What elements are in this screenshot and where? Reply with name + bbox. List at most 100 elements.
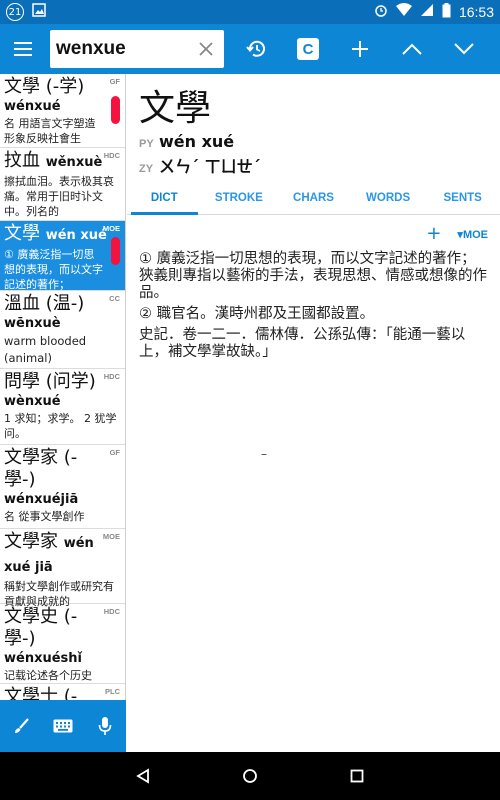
conversion-c-label: C — [297, 38, 319, 60]
system-navigation-bar — [0, 752, 500, 800]
clock-time: 16:53 — [458, 4, 494, 20]
tab-sents[interactable]: SENTS — [425, 185, 500, 214]
entry-pinyin: wénxuéjiā — [4, 492, 79, 507]
detail-tabs: DICT STROKE CHARS WORDS SENTS — [127, 185, 500, 215]
list-item[interactable]: HDC 文學史 (-學-) wénxuéshǐ 记载论述各个历史 — [0, 604, 125, 684]
add-to-list-button[interactable]: + — [426, 225, 441, 243]
source-tag: GF — [109, 448, 120, 457]
list-item[interactable]: GF 文學家 (-學-) wénxuéjiā 名 從事文學創作 — [0, 445, 125, 529]
scroll-marker — [111, 237, 120, 265]
entry-headword: 文學家 — [4, 531, 58, 552]
list-item[interactable]: GF 文學 (-学) wénxué 名 用語言文字塑造形象反映社會生 — [0, 74, 125, 148]
history-button[interactable] — [232, 25, 280, 73]
signal-icon — [420, 3, 434, 21]
search-input[interactable] — [56, 38, 196, 60]
status-bar: 21 16:53 — [0, 0, 500, 24]
voice-input-button[interactable] — [84, 702, 126, 750]
notification-count-badge: 21 — [6, 3, 24, 21]
home-button[interactable] — [226, 752, 274, 800]
plus-icon — [352, 41, 368, 57]
pinyin-tag: PY — [139, 138, 154, 150]
back-triangle-icon — [136, 768, 150, 784]
detail-pinyin: wén xué — [159, 132, 235, 151]
tab-stroke[interactable]: STROKE — [202, 185, 277, 214]
clear-search-icon[interactable] — [196, 39, 216, 59]
menu-button[interactable] — [0, 25, 48, 73]
microphone-icon — [98, 717, 112, 735]
source-tag: GF — [109, 77, 120, 86]
entry-pinyin: wènxué — [4, 394, 61, 409]
source-tag: CC — [109, 294, 120, 303]
entry-headword: 文學 — [4, 223, 40, 244]
entry-pinyin: wénxué — [4, 99, 61, 114]
recents-square-icon — [350, 769, 364, 783]
entry-headword: 文學家 (-學-) — [4, 447, 78, 490]
entry-pinyin: wénxuéshǐ — [4, 651, 82, 666]
history-icon — [246, 40, 265, 57]
entry-definition: 名 從事文學創作 — [4, 510, 85, 523]
zhuyin-row: ZY ㄨㄣˊ ㄒㄩㄝˊ — [127, 153, 500, 177]
source-tag: MOE — [102, 532, 120, 541]
detail-pane: 文學 PY wén xué ZY ㄨㄣˊ ㄒㄩㄝˊ DICT STROKE CH… — [127, 74, 500, 752]
entry-definition: 名 用語言文字塑造形象反映社會生 — [4, 117, 96, 145]
chevron-down-icon — [454, 43, 474, 55]
keyboard-icon — [53, 719, 73, 733]
list-item[interactable]: HDC 抆血 wěnxuè 擦拭血泪。表示极其哀痛。常用于旧时讣文中。列名的 — [0, 148, 125, 221]
home-circle-icon — [243, 769, 257, 783]
recents-button[interactable] — [333, 752, 381, 800]
previous-result-button[interactable] — [388, 25, 436, 73]
conversion-mode-button[interactable]: C — [284, 25, 332, 73]
image-icon — [32, 3, 46, 21]
definition-citation: 史記．卷一二一．儒林傳．公孫弘傳：「能通一藝以上，補文學掌故缺。」 — [139, 327, 466, 360]
pinyin-row: PY wén xué — [127, 132, 500, 151]
entry-headword: 文學 (-学) — [4, 76, 85, 97]
entry-headword: 溫血 (温-) — [4, 293, 85, 314]
tab-words[interactable]: WORDS — [351, 185, 426, 214]
list-item[interactable]: MOE 文學家 wén xué jiā 稱對文學創作或研究有貢獻與成就的 — [0, 529, 125, 608]
list-item[interactable]: CC 溫血 (温-) wēnxuè warm blooded (animal) — [0, 291, 125, 369]
results-list[interactable]: GF 文學 (-学) wénxué 名 用語言文字塑造形象反映社會生 HDC 抆… — [0, 74, 126, 752]
hamburger-menu-icon — [14, 42, 32, 56]
dictionary-source-dropdown[interactable]: ▾MOE — [457, 228, 488, 241]
alarm-icon — [374, 3, 388, 21]
entry-pinyin: wén xué — [45, 228, 107, 243]
definition-body: ① 廣義泛指一切思想的表現，而以文字記述的著作；狹義則專指以藝術的手法，表現思想… — [127, 243, 500, 361]
detail-headword: 文學 — [139, 88, 212, 129]
entry-definition: ① 廣義泛指一切思想的表現，而以文字記述的著作； — [4, 248, 103, 291]
back-button[interactable] — [119, 752, 167, 800]
entry-definition: 记载论述各个历史 — [4, 669, 92, 682]
keyboard-button[interactable] — [42, 702, 84, 750]
battery-icon — [442, 2, 451, 22]
wifi-icon — [395, 3, 412, 21]
entry-definition: warm blooded (animal) — [4, 334, 87, 365]
detail-zhuyin: ㄨㄣˊ ㄒㄩㄝˊ — [159, 157, 261, 176]
app-bar: C — [0, 24, 500, 74]
entry-pinyin: wěnxuè — [45, 155, 103, 170]
scroll-marker — [111, 96, 120, 124]
entry-headword: 抆血 — [4, 150, 40, 171]
definition-sense-2: ② 職官名。漢時州郡及王國都設置。 — [139, 306, 375, 322]
list-item[interactable]: HDC 問學 (问学) wènxué 1 求知；求学。 2 犹学问。 — [0, 369, 125, 445]
separator-mark: – — [261, 447, 267, 461]
definition-sense-1: ① 廣義泛指一切思想的表現，而以文字記述的著作；狹義則專指以藝術的手法，表現思想… — [139, 251, 487, 301]
entry-headword: 文學史 (-學-) — [4, 606, 78, 649]
source-tag: HDC — [103, 151, 120, 160]
source-tag: HDC — [103, 372, 120, 381]
next-result-button[interactable] — [440, 25, 488, 73]
tab-chars[interactable]: CHARS — [276, 185, 351, 214]
chevron-up-icon — [402, 43, 422, 55]
handwriting-button[interactable] — [0, 702, 42, 750]
entry-definition: 擦拭血泪。表示极其哀痛。常用于旧时讣文中。列名的 — [4, 175, 114, 218]
add-button[interactable] — [336, 25, 384, 73]
list-item-selected[interactable]: MOE 文學 wén xué ① 廣義泛指一切思想的表現，而以文字記述的著作； — [0, 221, 125, 291]
entry-pinyin: wēnxuè — [4, 316, 61, 331]
source-tag: HDC — [103, 607, 120, 616]
brush-icon — [15, 718, 29, 733]
source-tag: PLC — [105, 687, 120, 696]
entry-definition: 1 求知；求学。 2 犹学问。 — [4, 412, 117, 440]
input-tools-bar — [0, 700, 126, 752]
tab-dict[interactable]: DICT — [127, 185, 202, 215]
definition-toolbar: + ▾MOE — [127, 215, 500, 243]
zhuyin-tag: ZY — [139, 163, 154, 175]
search-box — [50, 30, 224, 68]
